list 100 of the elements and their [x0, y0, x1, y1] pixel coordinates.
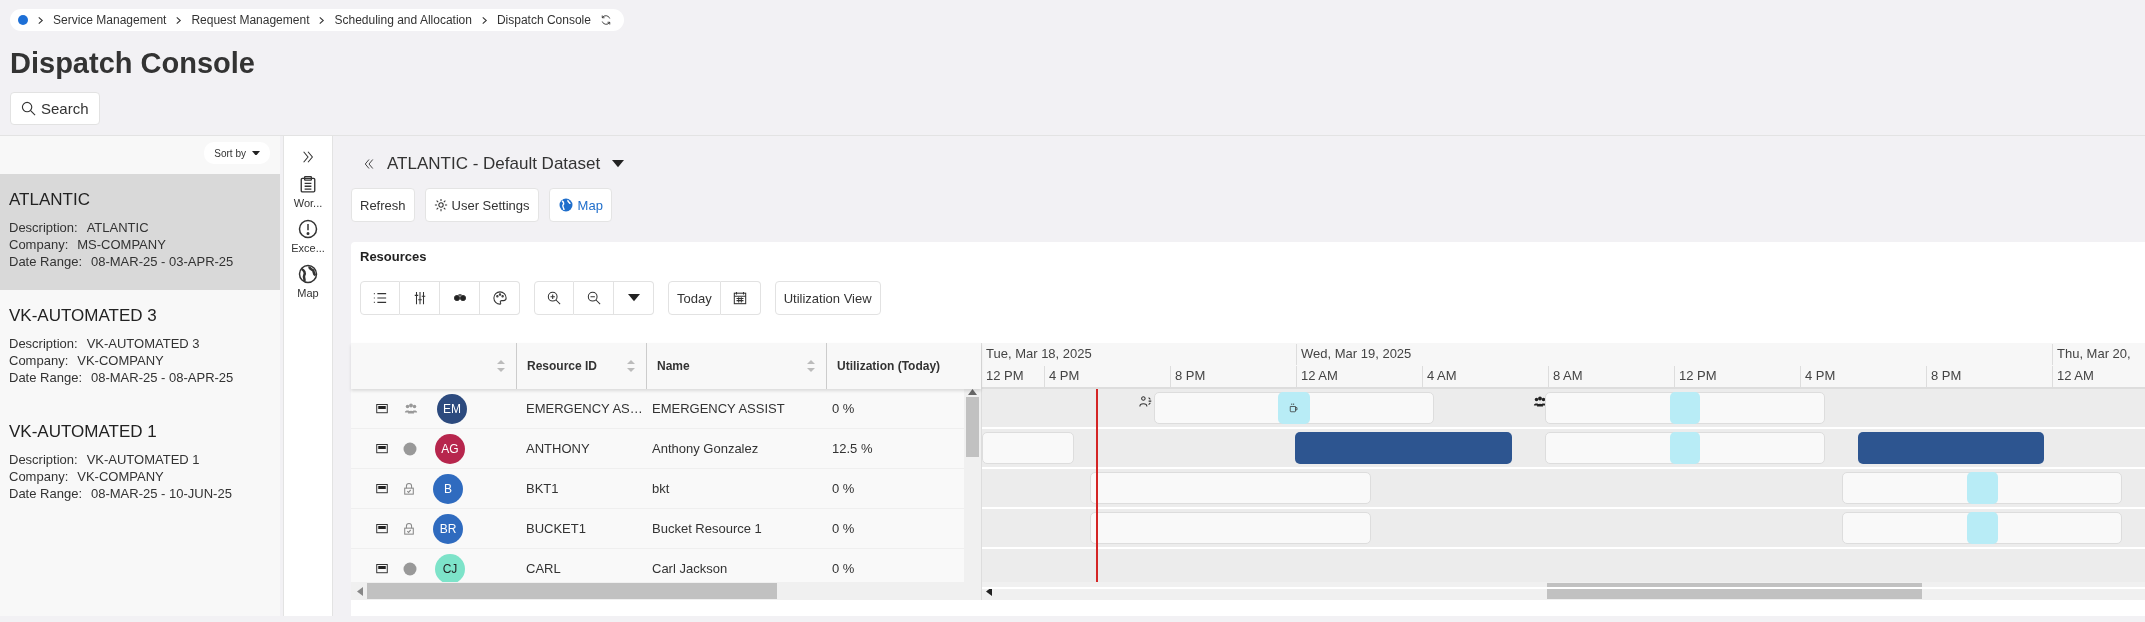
- utilization-view-button[interactable]: Utilization View: [774, 281, 881, 315]
- people-icon: [403, 401, 419, 416]
- status-dot-icon: [403, 441, 417, 456]
- shift-bar[interactable]: [1090, 472, 1371, 504]
- today-button[interactable]: Today: [668, 281, 721, 315]
- double-chevron-right-icon: [301, 150, 315, 164]
- shift-bar[interactable]: [1090, 512, 1371, 544]
- assignment-bar[interactable]: [1295, 432, 1512, 464]
- hour-label: 8 AM: [1548, 366, 1674, 387]
- column-header[interactable]: Utilization (Today): [837, 359, 941, 373]
- field-value: 08-MAR-25 - 10-JUN-25: [91, 485, 232, 502]
- date-label: Tue, Mar 18, 2025: [985, 345, 1093, 363]
- arrow-up-icon: [968, 389, 977, 395]
- hour-label: 8 PM: [1170, 366, 1296, 387]
- field-value: VK-AUTOMATED 3: [86, 335, 200, 352]
- chevron-right-icon: [175, 15, 183, 25]
- field-label: Date Range:: [9, 253, 82, 270]
- rail-button[interactable]: Exce...: [291, 219, 325, 254]
- table-cell-text: bkt: [651, 481, 671, 496]
- breadcrumb-link[interactable]: Request Management: [191, 13, 310, 27]
- zoom-menu-button[interactable]: [614, 281, 654, 315]
- avatar: B: [433, 473, 463, 504]
- date-label: Thu, Mar 20,: [2052, 344, 2142, 365]
- breadcrumb-link[interactable]: Scheduling and Allocation: [334, 13, 472, 27]
- table-cell-text: BUCKET1: [525, 521, 587, 536]
- field-label: Company:: [9, 236, 69, 253]
- refresh-button[interactable]: Refresh: [351, 188, 415, 222]
- field-label: Description:: [9, 335, 78, 352]
- scrollbar-thumb[interactable]: [367, 583, 777, 599]
- cup-icon: [1288, 402, 1300, 414]
- sliders-icon: [412, 291, 427, 305]
- date-label: Wed, Mar 19, 2025: [1296, 344, 2052, 365]
- zoom-out-icon: [586, 291, 601, 305]
- arrow-left-icon: [357, 586, 363, 596]
- calendar-icon: [733, 291, 748, 305]
- field-label: Company:: [9, 468, 69, 485]
- search-button[interactable]: Search: [10, 92, 100, 125]
- break-block[interactable]: [1278, 392, 1310, 424]
- caret-down-icon: [627, 294, 640, 302]
- shift-bar[interactable]: [1842, 472, 2122, 504]
- dataset-card[interactable]: VK-AUTOMATED 3 Description: VK-AUTOMATED 3 Company: VK-COMPANY Date Range: 08-MAR-25 - 08-APR-25: [0, 290, 280, 406]
- dataset-selector[interactable]: ATLANTIC - Default Dataset: [387, 154, 601, 174]
- settings-button[interactable]: User Settings: [424, 188, 539, 222]
- search-icon: [21, 101, 36, 116]
- avatar: AG: [435, 433, 465, 464]
- hour-label: 8 PM: [1926, 366, 2052, 387]
- avatar: EM: [437, 393, 467, 424]
- column-header[interactable]: Resource ID: [527, 359, 598, 373]
- dataset-card[interactable]: VK-AUTOMATED 1 Description: VK-AUTOMATED 1 Company: VK-COMPANY Date Range: 08-MAR-25 - 10-JUN-25: [0, 406, 280, 522]
- filter-button[interactable]: [400, 281, 440, 315]
- field-label: Description:: [9, 451, 78, 468]
- color-button[interactable]: [480, 281, 520, 315]
- scrollbar-thumb[interactable]: [966, 397, 979, 457]
- shift-bar[interactable]: [1842, 512, 2122, 544]
- hour-label: 12 PM: [1674, 366, 1800, 387]
- scrollbar[interactable]: [351, 582, 981, 600]
- people-walking-icon: [1139, 395, 1153, 409]
- hour-label: 12 PM: [985, 367, 1025, 385]
- globe-icon: [557, 197, 574, 213]
- home-dot-icon[interactable]: [18, 15, 28, 25]
- table-cell-text: 0 %: [831, 561, 856, 576]
- list-icon: [373, 291, 387, 305]
- rail-button[interactable]: Map: [297, 264, 319, 299]
- chevron-right-icon: [318, 15, 326, 25]
- dataset-card[interactable]: ATLANTIC Description: ATLANTIC Company: MS-COMPANY Date Range: 08-MAR-25 - 03-APR-25: [0, 174, 280, 290]
- lock-icon: [403, 481, 415, 496]
- status-dot-icon: [403, 561, 417, 576]
- shift-bar[interactable]: [1545, 392, 1825, 424]
- column-header[interactable]: Name: [657, 359, 690, 373]
- field-value: MS-COMPANY: [77, 236, 166, 253]
- table-cell-text: 0 %: [831, 521, 856, 536]
- calendar-button[interactable]: [720, 281, 761, 315]
- scrollbar[interactable]: [964, 389, 981, 582]
- sort-by-button[interactable]: Sort by: [204, 142, 270, 164]
- field-label: Description:: [9, 219, 78, 236]
- field-value: 08-MAR-25 - 08-APR-25: [91, 369, 234, 386]
- field-value: 08-MAR-25 - 03-APR-25: [91, 253, 234, 270]
- zoom-in-icon: [547, 291, 561, 305]
- gear-icon: [433, 198, 448, 212]
- shift-bar[interactable]: [1545, 432, 1825, 464]
- breadcrumb-link[interactable]: Service Management: [53, 13, 167, 27]
- rail-button[interactable]: Wor...: [293, 174, 323, 209]
- refresh-icon: [599, 14, 612, 26]
- table-cell-text: CARL: [525, 561, 562, 576]
- table-cell-text: 12.5 %: [831, 441, 874, 456]
- clipboard-icon: [299, 174, 317, 194]
- dataset-title: VK-AUTOMATED 3: [9, 306, 158, 326]
- shift-bar[interactable]: [982, 432, 1074, 464]
- hour-label: 4 PM: [1800, 366, 1926, 387]
- table-cell-text: Bucket Resource 1: [651, 521, 763, 536]
- zoom-out-button[interactable]: [574, 281, 614, 315]
- assignment-bar[interactable]: [1858, 432, 2044, 464]
- caret-down-icon: [252, 150, 260, 156]
- zoom-in-button[interactable]: [534, 281, 574, 315]
- double-chevron-left-icon: [363, 158, 375, 170]
- find-button[interactable]: [440, 281, 480, 315]
- card-icon: [375, 442, 389, 455]
- hour-label: 12 AM: [2052, 366, 2145, 387]
- breadcrumb-link[interactable]: Dispatch Console: [496, 13, 591, 27]
- map-button[interactable]: Map: [548, 188, 612, 222]
